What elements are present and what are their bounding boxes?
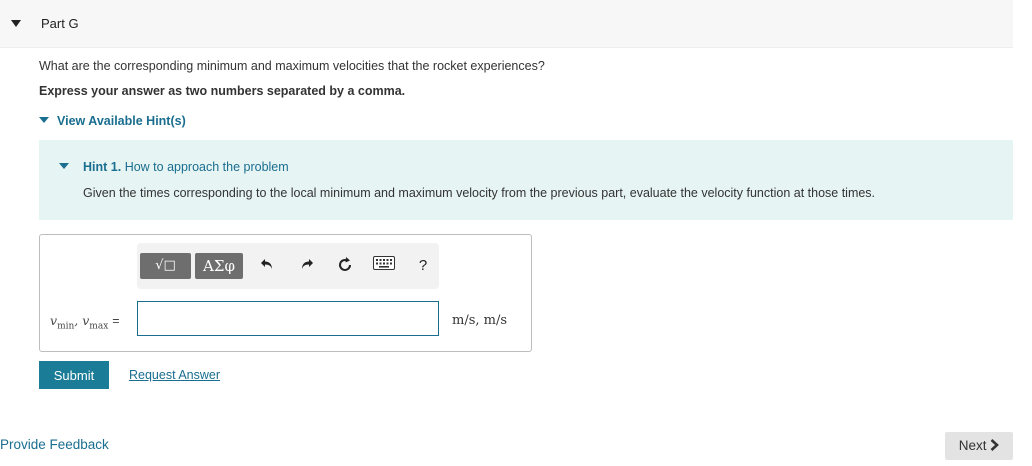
collapse-triangle-icon[interactable]: [11, 20, 21, 27]
hint-1-header[interactable]: Hint 1. How to approach the problem: [59, 160, 289, 174]
next-label: Next: [958, 438, 987, 453]
next-button[interactable]: Next: [945, 432, 1013, 460]
greek-symbols-label: ΑΣφ: [203, 257, 235, 275]
answer-instruction: Express your answer as two numbers separ…: [39, 84, 406, 98]
var-max-subscript: max: [89, 321, 109, 332]
greek-symbols-button[interactable]: ΑΣφ: [195, 253, 243, 279]
part-title: Part G: [41, 16, 79, 31]
view-hints-label: View Available Hint(s): [57, 114, 186, 128]
variable-label: vmin, vmax =: [50, 313, 120, 332]
var-min-subscript: min: [57, 321, 75, 332]
var-min: v: [50, 313, 58, 328]
reset-icon[interactable]: [335, 256, 355, 276]
question-text: What are the corresponding minimum and m…: [39, 59, 545, 73]
keyboard-icon[interactable]: [372, 256, 396, 276]
part-header[interactable]: Part G: [0, 0, 1013, 48]
answer-input[interactable]: [137, 301, 439, 336]
answer-box: √□ ΑΣφ ? vmin, vmax = m/s, m/s: [39, 234, 532, 352]
units-label: m/s, m/s: [452, 313, 508, 328]
math-toolbar: √□ ΑΣφ ?: [137, 243, 439, 289]
hint-body: Given the times corresponding to the loc…: [83, 186, 876, 200]
equals-sign: =: [112, 314, 120, 328]
template-label: √□: [155, 258, 176, 273]
help-button[interactable]: ?: [413, 256, 433, 276]
provide-feedback-link[interactable]: Provide Feedback: [0, 437, 109, 452]
template-button[interactable]: √□: [140, 253, 191, 279]
redo-icon[interactable]: [297, 256, 317, 276]
submit-button[interactable]: Submit: [39, 361, 109, 389]
hint-triangle-icon: [59, 163, 69, 169]
expand-triangle-icon: [39, 117, 49, 123]
undo-icon[interactable]: [257, 256, 277, 276]
chevron-right-icon: [990, 433, 1000, 461]
hint-panel: Hint 1. How to approach the problem Give…: [39, 140, 1013, 220]
view-hints-toggle[interactable]: View Available Hint(s): [39, 114, 186, 128]
hint-number: Hint 1.: [83, 160, 122, 174]
hint-title: How to approach the problem: [124, 160, 289, 174]
request-answer-link[interactable]: Request Answer: [129, 368, 220, 382]
